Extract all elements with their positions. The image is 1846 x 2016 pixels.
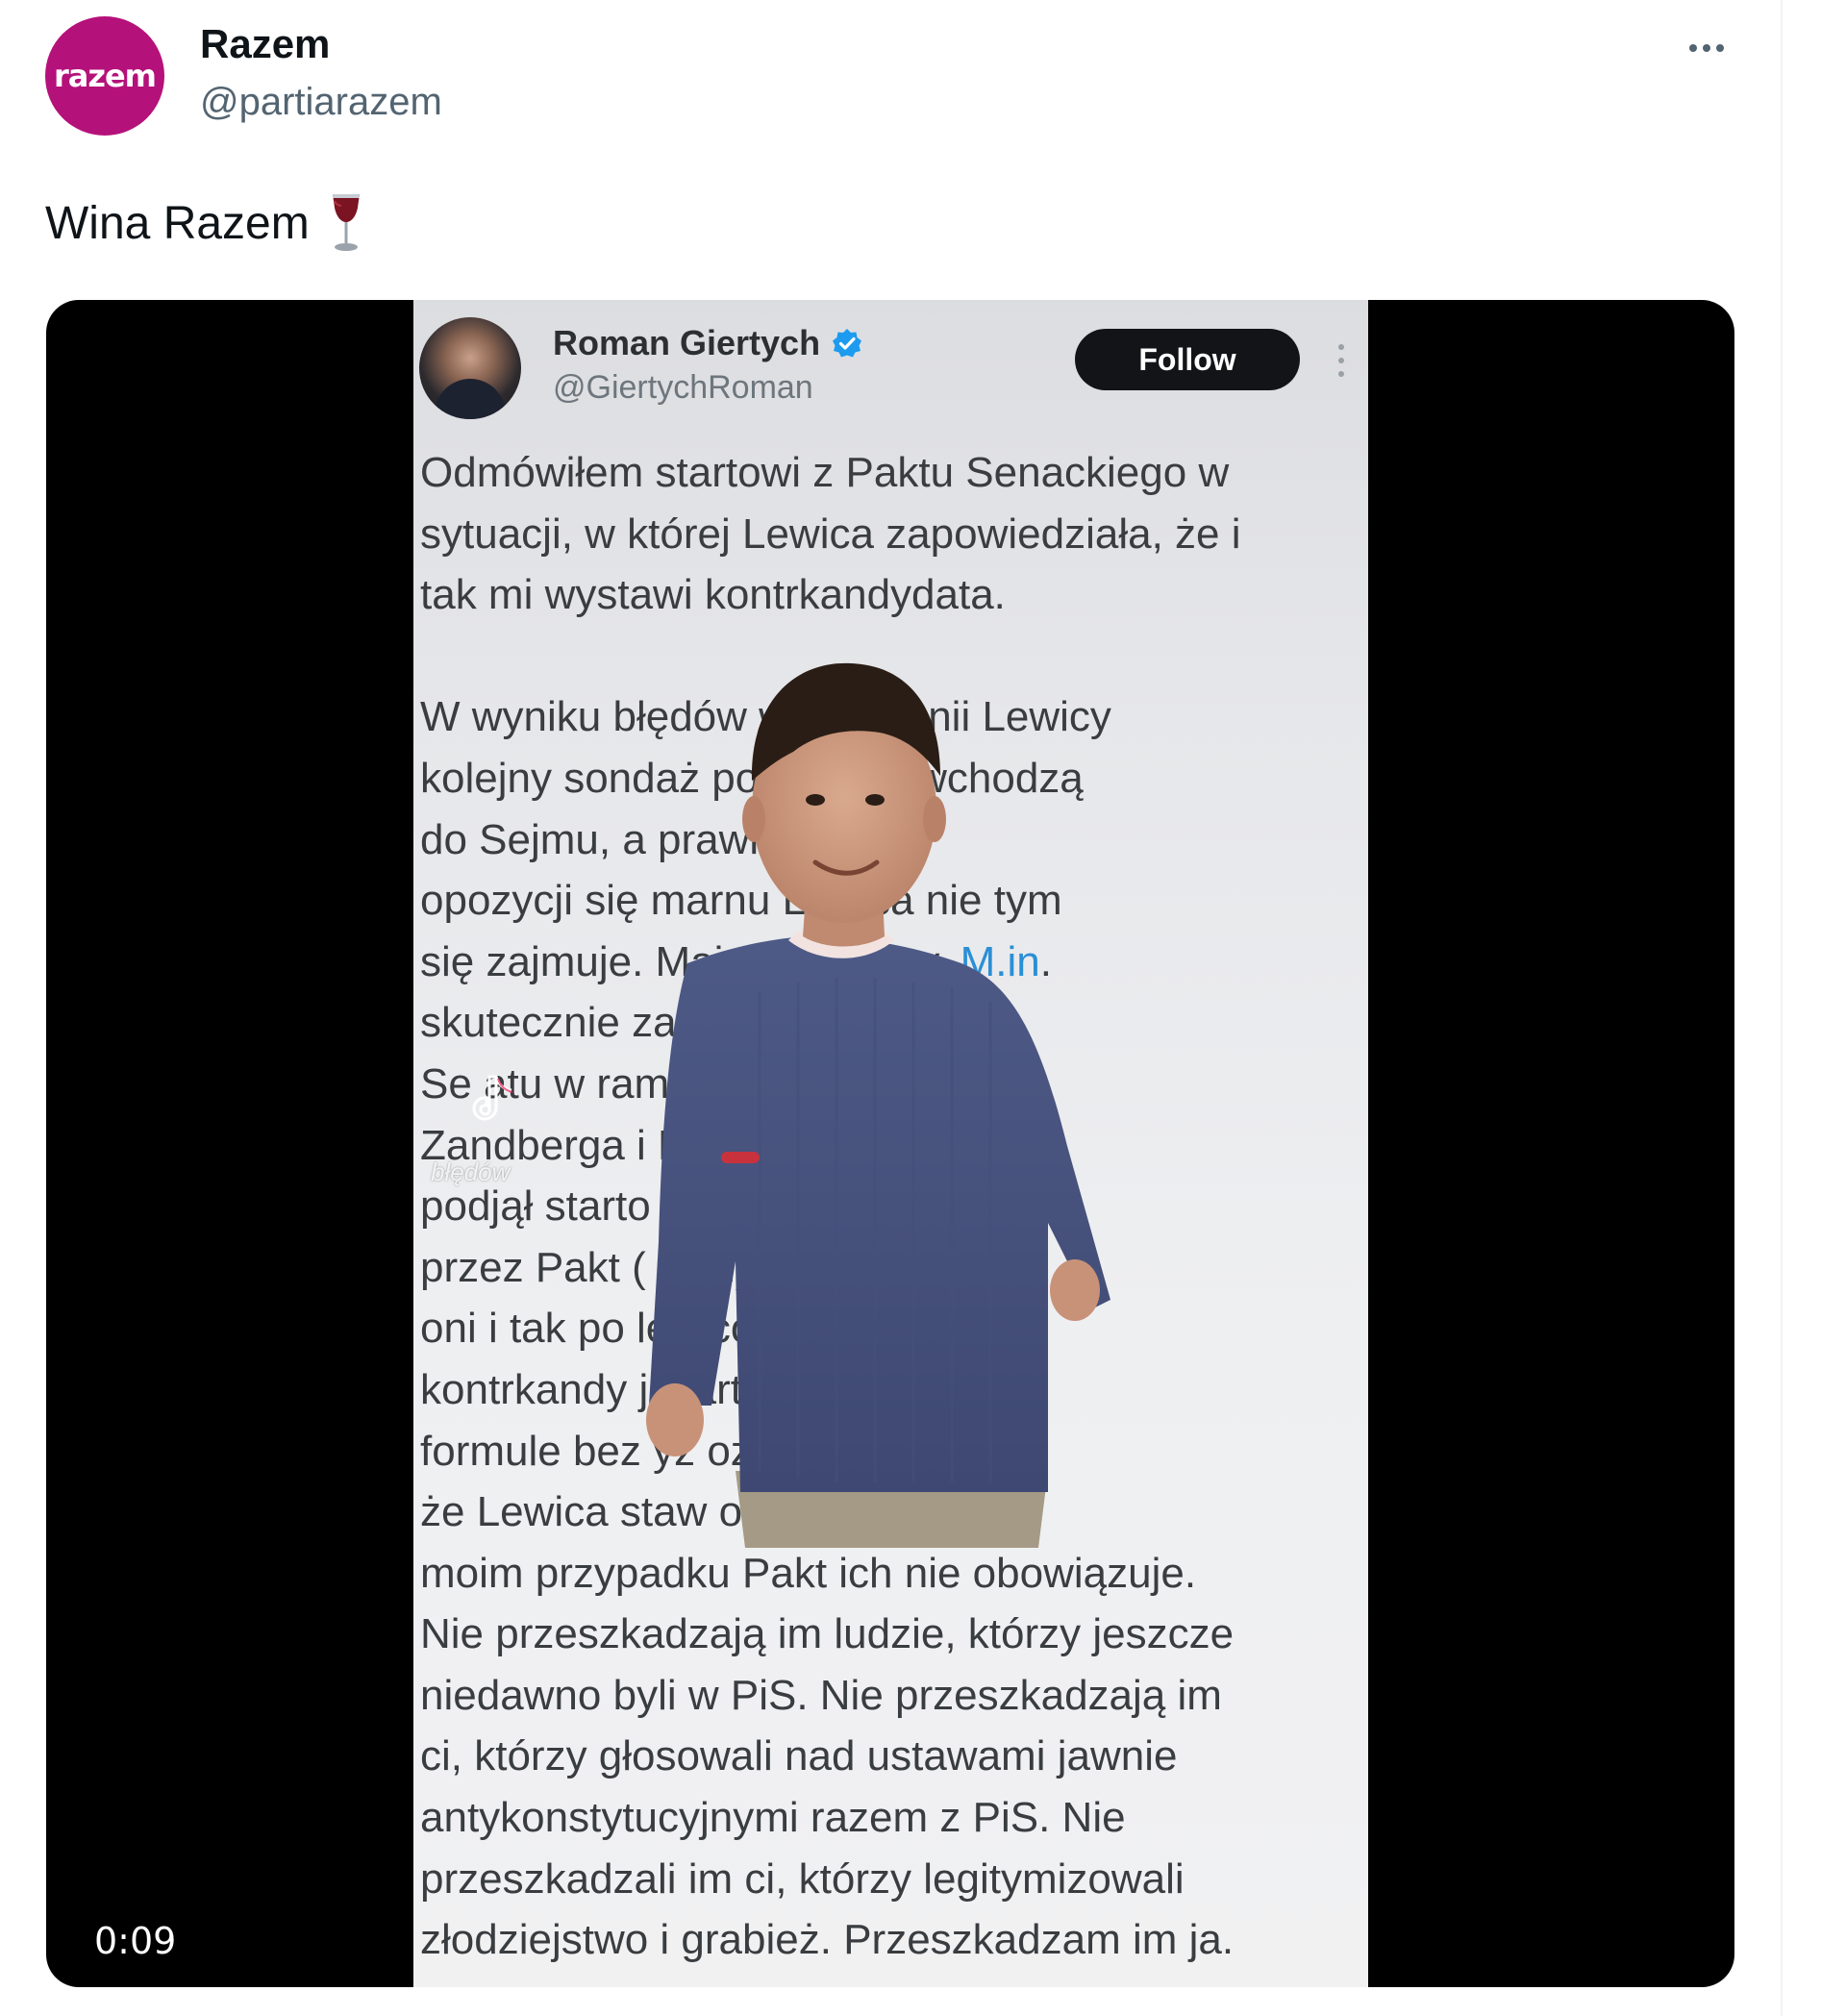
embedded-author-name-text: Roman Giertych — [553, 323, 821, 362]
wine-glass-icon — [332, 194, 360, 251]
embedded-author-name: Roman Giertych — [553, 323, 862, 363]
video-duration: 0:09 — [94, 1920, 177, 1962]
tweet-text: Wina Razem — [45, 192, 365, 254]
embedded-tweet-body: Odmówiłem startowi z Paktu Senackiego w … — [420, 442, 1353, 1971]
video-watermark: błędów — [431, 1157, 511, 1186]
more-options-button[interactable] — [1673, 21, 1740, 75]
embedded-paragraph-2-line-with-link: się zajmuje. Mają in iorytety. M.in. — [420, 937, 1052, 985]
embedded-author-handle: @GiertychRoman — [553, 369, 813, 406]
embedded-paragraph-2-line: opozycji się marnu Lewica nie tym — [420, 877, 1062, 925]
verified-badge-icon — [833, 329, 862, 358]
author-display-name[interactable]: Razem — [200, 21, 330, 67]
embedded-link: M.in — [960, 937, 1040, 985]
tiktok-icon — [472, 1075, 513, 1121]
embedded-author-avatar — [419, 317, 521, 419]
embedded-paragraph-2-rest: skutecznie zabl rt do Se atu w ram edzi … — [420, 999, 1235, 1964]
timeline-border — [1781, 0, 1783, 2016]
author-avatar[interactable]: razem — [45, 16, 164, 136]
tweet-text-content: Wina Razem — [45, 197, 310, 249]
more-dot-icon — [1716, 44, 1724, 52]
embedded-more-icon — [1336, 333, 1346, 388]
embedded-paragraph-1: Odmówiłem startowi z Paktu Senackiego w … — [420, 449, 1241, 619]
video-frame: Roman Giertych @GiertychRoman Follow Odm… — [413, 300, 1368, 1987]
more-dot-icon — [1689, 44, 1697, 52]
video-player[interactable]: Roman Giertych @GiertychRoman Follow Odm… — [46, 300, 1734, 1987]
embedded-paragraph-2-line: W wyniku błędów w kampanii Lewicy — [420, 693, 1111, 741]
embedded-paragraph-2-line: do Sejmu, a prawi ektoratu — [420, 815, 924, 863]
avatar-logo-text: razem — [53, 58, 157, 94]
more-dot-icon — [1703, 44, 1710, 52]
embedded-follow-button: Follow — [1075, 329, 1300, 390]
author-handle[interactable]: @partiarazem — [200, 81, 442, 124]
embedded-paragraph-2-line: kolejny sondaż pol ,że nie wchodzą — [420, 754, 1084, 802]
